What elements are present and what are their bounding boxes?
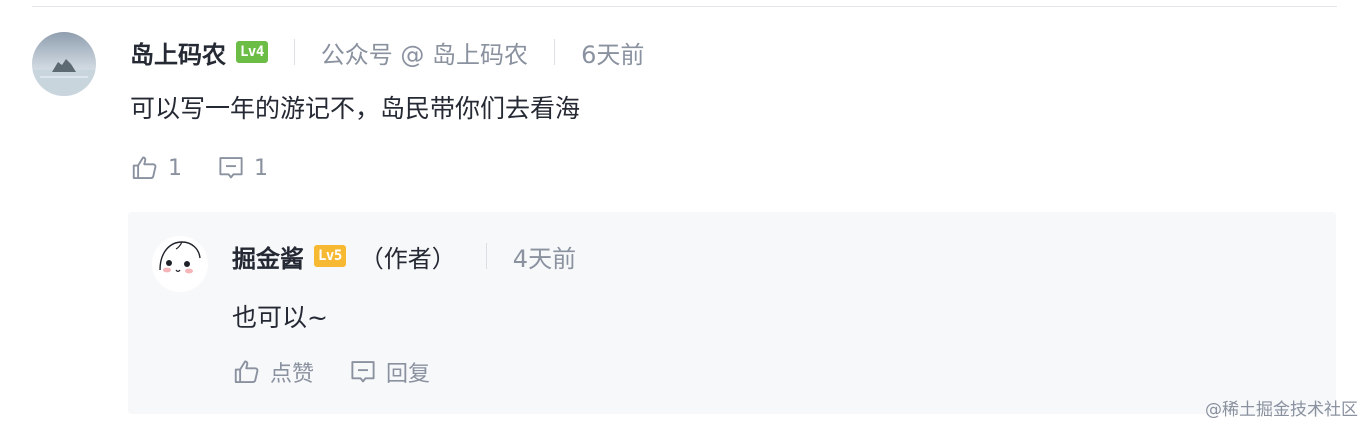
like-label: 点赞 <box>270 362 315 387</box>
comment-actions: 1 1 <box>130 150 268 186</box>
meta-divider <box>485 243 487 269</box>
reply-actions: 点赞 回复 <box>232 354 430 390</box>
comment-meta: 岛上码农 Lv4 公众号 @ 岛上码农 6天前 <box>130 32 644 72</box>
reply-avatar[interactable] <box>152 236 208 292</box>
meta-divider <box>554 39 556 65</box>
reply-text: 也可以~ <box>232 303 328 332</box>
reply-button[interactable]: 1 <box>216 153 268 183</box>
like-count: 1 <box>168 155 182 181</box>
reply-username[interactable]: 掘金酱 <box>232 239 304 274</box>
level-badge: Lv4 <box>236 41 268 63</box>
level-badge: Lv5 <box>314 245 346 267</box>
reply-label: 回复 <box>386 362 431 387</box>
user-avatar[interactable] <box>32 32 96 96</box>
author-tag: （作者） <box>359 244 456 273</box>
reply-button[interactable]: 回复 <box>348 356 430 388</box>
comment-username[interactable]: 岛上码农 <box>130 35 226 70</box>
reply-meta: 掘金酱 Lv5 （作者） 4天前 <box>232 236 576 276</box>
thumbs-up-icon <box>130 153 160 183</box>
comment-text: 可以写一年的游记不，岛民带你们去看海 <box>130 94 581 123</box>
comment-bubble-icon <box>216 153 246 183</box>
watermark: @稀土掘金技术社区 <box>1205 400 1358 420</box>
meta-divider <box>293 39 295 65</box>
thumbs-up-icon <box>232 357 262 387</box>
like-button[interactable]: 点赞 <box>232 356 314 388</box>
comment-bubble-icon <box>348 357 378 387</box>
user-source: 公众号 @ 岛上码农 <box>320 40 529 69</box>
reply-count: 1 <box>254 155 268 181</box>
top-divider <box>32 6 1337 7</box>
reply-time: 4天前 <box>512 244 577 273</box>
comment-time: 6天前 <box>581 40 645 69</box>
like-button[interactable]: 1 <box>130 153 182 183</box>
